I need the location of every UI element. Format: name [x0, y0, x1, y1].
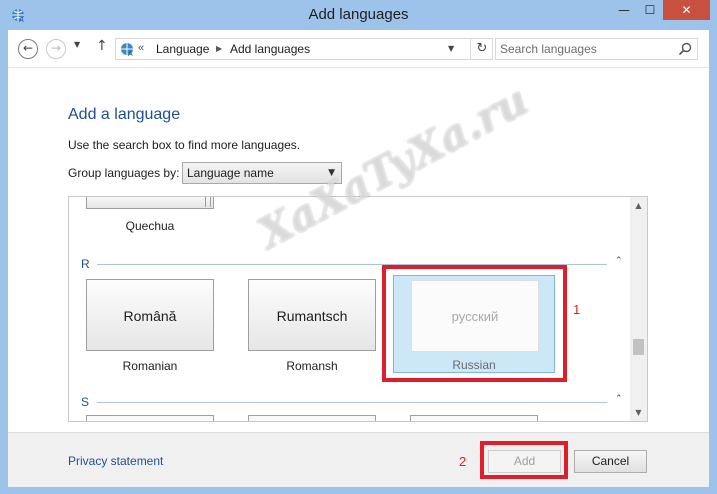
collapse-section-s-icon[interactable]: ⌃ [615, 394, 623, 404]
section-divider-s [97, 402, 607, 403]
annotation-number-2: 2 [459, 454, 467, 469]
language-tile-quechua[interactable] [86, 197, 214, 209]
group-by-select[interactable]: Language name ▼ [182, 162, 342, 184]
maximize-button[interactable]: ☐ [637, 0, 663, 20]
page-title: Add a language [68, 106, 181, 123]
address-dropdown-icon[interactable]: ▼ [448, 44, 454, 53]
language-caption-quechua: Quechua [125, 219, 175, 233]
add-languages-window: A Add languages — ☐ ✕ ← → ▼ ↑ A « Langua… [0, 0, 717, 494]
language-tile-romansh[interactable]: Rumantsch [248, 279, 376, 351]
privacy-statement-link[interactable]: Privacy statement [68, 454, 163, 468]
language-location-icon: A [121, 43, 133, 57]
highlight-box-add [480, 441, 568, 479]
refresh-button[interactable]: ↻ [470, 39, 493, 59]
search-box[interactable] [495, 38, 698, 60]
cancel-button[interactable]: Cancel [574, 450, 647, 473]
group-by-value: Language name [187, 166, 274, 180]
highlight-box-russian [382, 265, 567, 382]
navigation-bar: ← → ▼ ↑ A « Language ▶ Add languages ▼ ↻ [8, 30, 709, 68]
search-icon[interactable] [678, 42, 692, 56]
language-tile-partial[interactable] [410, 415, 538, 421]
scroll-down-icon[interactable]: ▼ [630, 404, 647, 421]
section-header-s: S [81, 395, 90, 409]
help-text: Use the search box to find more language… [68, 138, 301, 152]
breadcrumb-add-languages[interactable]: Add languages [230, 42, 310, 56]
breadcrumb-language[interactable]: Language [156, 42, 209, 56]
language-caption-romansh: Romansh [286, 359, 338, 373]
language-caption-romanian: Romanian [122, 359, 178, 373]
close-button[interactable]: ✕ [663, 0, 710, 20]
minimize-button[interactable]: — [611, 0, 637, 20]
svg-text:A: A [128, 51, 133, 57]
tile-edge-decoration [205, 197, 211, 207]
chevron-down-icon: ▼ [328, 168, 335, 178]
search-input[interactable] [500, 41, 670, 57]
main-content: Add a language Use the search box to fin… [8, 68, 709, 432]
dialog-footer: Privacy statement Add Cancel [8, 432, 709, 487]
window-title: Add languages [308, 6, 409, 23]
recent-locations-dropdown-icon[interactable]: ▼ [74, 40, 80, 49]
section-header-r: R [81, 257, 90, 271]
vertical-scrollbar[interactable]: ▲ ▼ [630, 197, 647, 421]
forward-button[interactable]: → [46, 39, 66, 59]
annotation-number-1: 1 [573, 302, 581, 317]
group-by-label: Group languages by: [68, 166, 180, 180]
back-button[interactable]: ← [18, 39, 38, 59]
title-bar: A Add languages — ☐ ✕ [0, 0, 717, 30]
language-native-name: Rumantsch [276, 308, 348, 324]
up-button[interactable]: ↑ [96, 38, 108, 54]
address-bar[interactable]: A « Language ▶ Add languages ▼ ↻ [115, 38, 493, 60]
breadcrumb-separator-icon[interactable]: ▶ [216, 44, 222, 53]
language-tile-partial[interactable] [248, 415, 376, 421]
language-tile-romanian[interactable]: Română [86, 279, 214, 351]
scroll-thumb[interactable] [633, 339, 644, 355]
collapse-section-r-icon[interactable]: ⌃ [615, 256, 623, 266]
language-native-name: Română [123, 308, 177, 324]
address-overflow-chevron[interactable]: « [138, 42, 144, 54]
scroll-up-icon[interactable]: ▲ [630, 197, 647, 214]
language-tile-partial[interactable] [86, 415, 214, 421]
